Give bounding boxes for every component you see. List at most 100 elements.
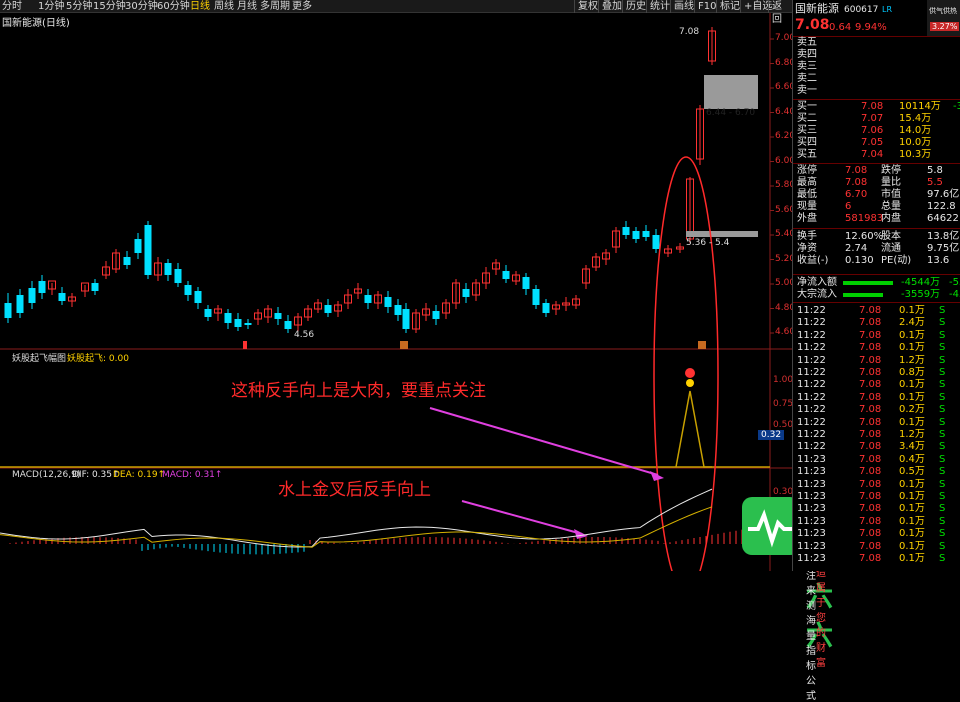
stat-row: 最高 7.08 量比 5.5 — [795, 177, 960, 189]
candle-body — [91, 283, 99, 291]
candle-body — [384, 297, 392, 307]
tick-volume: 0.1万 — [899, 342, 925, 354]
tick-row: 11:23 7.08 0.4万 S — [795, 454, 960, 466]
bid-volume: 10114万 — [899, 101, 941, 112]
tick-time: 11:22 — [797, 317, 826, 329]
indicator-value: 妖股起飞: 0.00 — [67, 354, 129, 364]
tab-period-2[interactable]: 5分钟 — [66, 0, 92, 13]
tab-period-10[interactable]: 更多 — [292, 0, 312, 13]
tab-period-0[interactable]: 分时 — [2, 0, 22, 13]
bid-label: 买五 — [797, 149, 817, 160]
indicator-tick-2: 0.50 — [773, 420, 794, 430]
tick-volume: 0.1万 — [899, 391, 925, 403]
stat-value: 122.8 — [927, 201, 956, 212]
stat-label: 总量 — [881, 201, 901, 212]
stat-value: 5.8 — [927, 165, 943, 176]
ask-row: 卖一 — [795, 85, 960, 97]
tick-side: S — [939, 528, 946, 540]
stat-label: 量比 — [881, 177, 901, 188]
tick-row: 11:23 7.08 0.1万 S — [795, 541, 960, 553]
candle-body — [194, 291, 202, 303]
arrow-2 — [461, 500, 583, 535]
stat-label: 换手 — [797, 231, 817, 242]
tick-row: 11:22 7.08 3.4万 S — [795, 441, 960, 453]
gap-box-lower — [686, 231, 758, 237]
tick-row: 11:22 7.08 1.2万 S — [795, 429, 960, 441]
tab-period-7[interactable]: 周线 — [214, 0, 234, 13]
tab-period-9[interactable]: 多周期 — [260, 0, 290, 13]
candle-body — [274, 313, 282, 319]
candle-body — [462, 289, 470, 297]
candle-body — [364, 295, 372, 303]
ask-row: 卖二 — [795, 73, 960, 85]
ask-label: 卖四 — [797, 49, 817, 60]
stat-value: 0.130 — [845, 255, 874, 266]
callout-secondary: 水上金叉后反手向上 — [278, 480, 431, 500]
tick-time: 11:22 — [797, 305, 826, 316]
bid-label: 买一 — [797, 101, 817, 112]
stat-value: 13.6 — [927, 255, 950, 266]
candle-body — [134, 239, 142, 253]
tick-price: 7.08 — [859, 329, 882, 341]
chart-area[interactable]: 国新能源(日线) 7.00 6.80 6.60 6.40 6.20 6.00 5.80 5.6… — [0, 13, 833, 702]
candle-body — [542, 303, 550, 313]
tick-volume: 0.1万 — [899, 503, 925, 515]
candle-body — [38, 281, 46, 293]
tick-side: S — [939, 540, 946, 552]
tick-side: S — [939, 478, 946, 490]
tick-time: 11:23 — [797, 515, 826, 527]
indicator-tick-0: 1.00 — [773, 375, 794, 385]
tick-row: 11:22 7.08 0.1万 S — [795, 330, 960, 342]
sector-pct: 3.27% — [930, 22, 960, 31]
tick-volume: 0.1万 — [899, 491, 925, 502]
indicator-current-tag: 0.32 — [758, 430, 785, 440]
tick-side: S — [939, 354, 946, 366]
tab-period-1[interactable]: 1分钟 — [38, 0, 64, 13]
tab-period-5[interactable]: 60分钟 — [157, 0, 190, 13]
tick-row: 11:22 7.08 0.8万 S — [795, 367, 960, 379]
macd-dea: DEA: 0.19↑ — [113, 470, 166, 480]
tick-volume: 2.4万 — [899, 317, 925, 329]
stat-label: 外盘 — [797, 213, 817, 224]
mark-button[interactable]: 标记 — [716, 0, 743, 13]
restore-rights-button[interactable]: 复权 — [574, 0, 601, 13]
sector-box[interactable]: 供气供热 3.27% — [927, 0, 960, 36]
tick-side: S — [939, 305, 946, 316]
sector-label: 供气供热 — [929, 7, 957, 15]
tick-side: S — [939, 367, 946, 378]
tick-row: 11:22 7.08 2.4万 S — [795, 317, 960, 329]
candle-body — [16, 295, 24, 313]
stat-value: 12.60% — [845, 231, 884, 242]
tab-period-3[interactable]: 15分钟 — [93, 0, 126, 13]
tick-row: 11:23 7.08 0.5万 S — [795, 466, 960, 478]
tick-price: 7.08 — [859, 342, 882, 354]
indicator-tick-1: 0.75 — [773, 399, 794, 409]
stats-button[interactable]: 统计 — [646, 0, 673, 13]
draw-line-button[interactable]: 画线 — [670, 0, 697, 13]
overlay-button[interactable]: 叠加 — [598, 0, 625, 13]
candle-body — [244, 323, 252, 325]
tick-side: S — [939, 453, 946, 465]
tab-period-8[interactable]: 月线 — [237, 0, 257, 13]
tick-row: 11:22 7.08 0.1万 S — [795, 305, 960, 317]
ask-label: 卖三 — [797, 61, 817, 72]
tick-price: 7.08 — [859, 317, 882, 329]
tick-volume: 0.1万 — [899, 478, 925, 490]
marker-icon — [243, 341, 247, 349]
flow-bar — [843, 293, 883, 297]
divider — [793, 163, 960, 164]
candle-body — [502, 271, 510, 279]
back-button[interactable]: 返回 — [768, 0, 792, 25]
signal-icon — [686, 379, 694, 387]
bid-row: 买三 7.06 14.0万 — [795, 125, 960, 137]
tab-period-4[interactable]: 30分钟 — [125, 0, 158, 13]
tick-time: 11:23 — [797, 540, 826, 552]
bid-volume: 15.4万 — [899, 113, 932, 124]
tick-time: 11:22 — [797, 441, 826, 453]
tab-period-6[interactable]: 日线 — [190, 0, 210, 13]
gap-annotation: 6.44 - 6.70 — [706, 108, 756, 118]
history-button[interactable]: 历史 — [622, 0, 649, 13]
flow-label: 大宗流入 — [797, 289, 837, 300]
tick-side: S — [939, 391, 946, 403]
stat-row: 现量 6 总量 122.8 — [795, 201, 960, 213]
